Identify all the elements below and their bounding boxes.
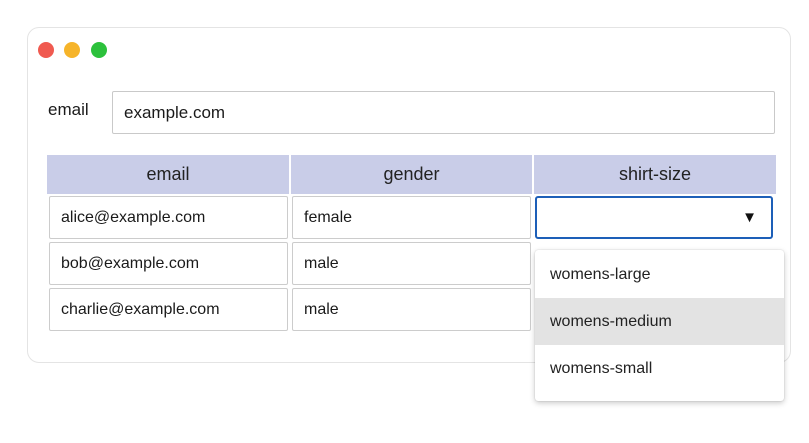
row-2-gender-field[interactable] xyxy=(292,242,531,285)
maximize-window-button[interactable] xyxy=(91,42,107,58)
column-header-email: email xyxy=(47,155,289,194)
shirt-size-dropdown-menu: womens-large womens-medium womens-small xyxy=(535,250,784,401)
row-1-shirt-size-select[interactable]: ▼ xyxy=(535,196,773,239)
option-womens-small[interactable]: womens-small xyxy=(535,345,784,392)
close-window-button[interactable] xyxy=(38,42,54,58)
column-header-shirt-size: shirt-size xyxy=(534,155,776,194)
dropdown-arrow-icon[interactable]: ▼ xyxy=(742,209,757,226)
option-womens-large[interactable]: womens-large xyxy=(535,251,784,298)
email-filter-label: email xyxy=(48,100,89,119)
row-3-gender-field[interactable] xyxy=(292,288,531,331)
row-1-gender-field[interactable] xyxy=(292,196,531,239)
column-header-gender: gender xyxy=(291,155,532,194)
row-2-email-field[interactable] xyxy=(49,242,288,285)
option-womens-medium[interactable]: womens-medium xyxy=(535,298,784,345)
row-1-email-field[interactable] xyxy=(49,196,288,239)
email-filter-input[interactable] xyxy=(112,91,775,134)
row-3-email-field[interactable] xyxy=(49,288,288,331)
minimize-window-button[interactable] xyxy=(64,42,80,58)
